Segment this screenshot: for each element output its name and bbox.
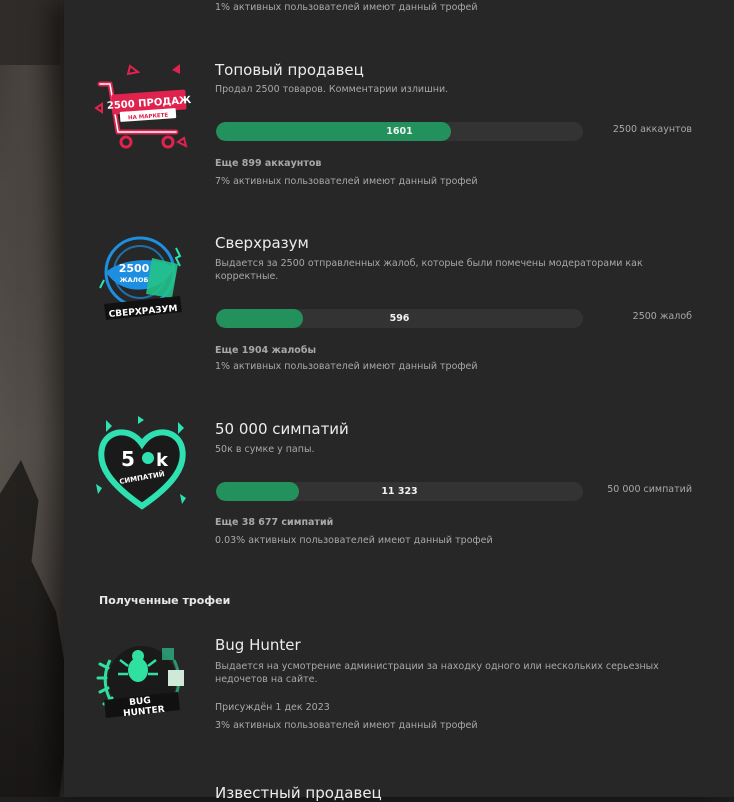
trophy-awarded-date: Присуждён 1 дек 2023 — [215, 702, 330, 713]
trophy-description: Выдается за 2500 отправленных жалоб, кот… — [215, 258, 643, 282]
heart-icon: 5 k СИМПАТИЙ — [96, 416, 186, 510]
badge-text: 5 — [121, 447, 135, 471]
trophy-remaining: Еще 38 677 симпатий — [215, 517, 334, 528]
badge-text: 2500 — [119, 262, 150, 275]
trophy-title: Топовый продавец — [215, 61, 364, 79]
progress-value: 596 — [389, 313, 410, 324]
background-shadow — [0, 0, 60, 65]
trophy-progress-bar: 1601 — [216, 122, 583, 141]
trophy-goal: 2500 жалоб — [632, 311, 692, 322]
trophy-title: Bug Hunter — [215, 636, 301, 654]
trophy-title-known-seller: Известный продавец — [215, 784, 382, 802]
trophy-progress-bar: 11 323 — [216, 482, 583, 501]
trophy-remaining: Еще 1904 жалобы — [215, 345, 317, 356]
trophy-description: Выдается на усмотрение администрации за … — [215, 661, 659, 685]
trophies-panel: 1% активных пользователей имеют данный т… — [64, 0, 734, 802]
trophy-remaining: Еще 899 аккаунтов — [215, 158, 322, 169]
trophy-goal: 2500 аккаунтов — [612, 124, 692, 135]
trophy-stat-previous: 1% активных пользователей имеют данный т… — [215, 2, 478, 13]
trophy-title: 50 000 симпатий — [215, 420, 349, 438]
progress-value: 11 323 — [381, 486, 418, 497]
trophy-title: Сверхразум — [215, 234, 309, 252]
brain-globe-icon: 2500 ЖАЛОБ СВЕРХРАЗУМ — [99, 236, 182, 320]
trophy-goal: 50 000 симпатий — [607, 484, 692, 495]
background-cat-silhouette — [0, 460, 70, 797]
trophy-stat: 0.03% активных пользователей имеют данны… — [215, 535, 493, 546]
progress-value: 1601 — [386, 126, 413, 137]
cart-icon: 2500 ПРОДАЖ НА МАРКЕТЕ — [94, 64, 192, 149]
bug-icon: BUG HUNTER — [96, 646, 184, 719]
trophy-stat: 7% активных пользователей имеют данный т… — [215, 176, 478, 187]
trophy-description: 50к в сумке у папы. — [215, 444, 315, 455]
received-trophies-heading: Полученные трофеи — [99, 594, 231, 607]
trophy-stat: 1% активных пользователей имеют данный т… — [215, 361, 478, 372]
badge-subtext: ЖАЛОБ — [120, 276, 149, 284]
trophy-description: Продал 2500 товаров. Комментарии излишни… — [215, 84, 449, 95]
trophy-progress-bar: 596 — [216, 309, 583, 328]
badge-text-k: k — [156, 450, 169, 471]
trophy-stat: 3% активных пользователей имеют данный т… — [215, 720, 478, 731]
